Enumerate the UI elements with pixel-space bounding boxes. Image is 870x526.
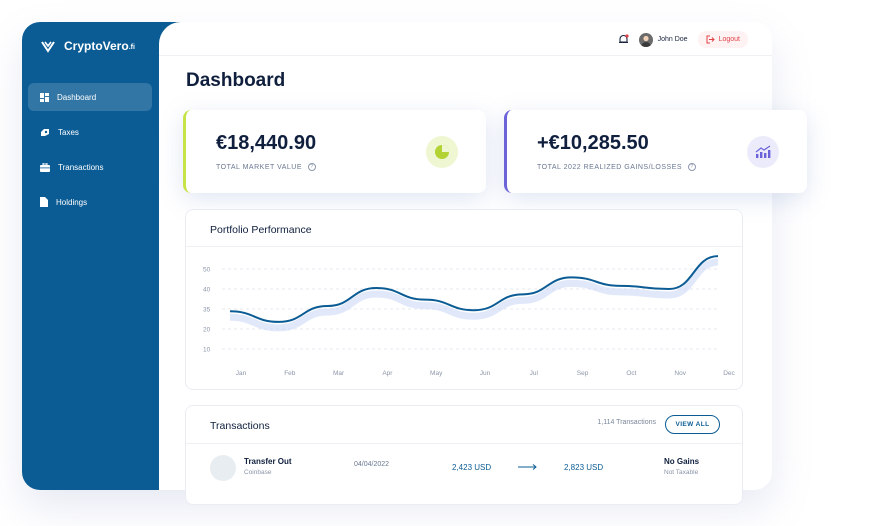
help-icon[interactable]: ? [308, 163, 317, 171]
sidebar-item-dashboard[interactable]: Dashboard [28, 83, 152, 111]
brand-name: CryptoVero [64, 39, 129, 53]
market-value: €18,440.90 [216, 132, 317, 154]
logo-icon [41, 41, 55, 53]
document-icon [40, 197, 48, 207]
transaction-tax-status: Not Taxable [664, 469, 699, 476]
performance-chart: 50 40 35 20 10 Jan Feb Mar Apr May Jun Jul Sep Oct Nov… [203, 255, 736, 377]
sidebar-item-label: Holdings [56, 197, 88, 207]
market-value-label-text: TOTAL MARKET VALUE [216, 163, 303, 171]
logout-button[interactable]: Logout [697, 31, 748, 48]
x-tick-label: May [430, 370, 443, 377]
x-tick-label: Nov [674, 370, 686, 377]
realized-gains-value: +€10,285.50 [537, 132, 649, 154]
transaction-date: 04/04/2022 [354, 461, 390, 468]
y-tick-label: 10 [203, 347, 211, 354]
y-tick-label: 50 [203, 267, 211, 274]
notification-bell-icon[interactable] [618, 34, 629, 45]
table-row[interactable]: Transfer Out Coinbase 04/04/2022 2,423 U… [186, 444, 742, 490]
x-tick-label: Mar [333, 370, 345, 377]
view-all-button[interactable]: VIEW ALL [665, 415, 720, 434]
logout-label: Logout [718, 36, 740, 43]
y-tick-label: 20 [203, 327, 211, 334]
market-value-card: €18,440.90 TOTAL MARKET VALUE ? [183, 110, 486, 193]
y-tick-label: 40 [203, 287, 211, 294]
transaction-source: Coinbase [244, 469, 272, 476]
x-tick-label: Oct [626, 370, 636, 377]
user-name: John Doe [657, 36, 688, 43]
topbar: John Doe Logout [159, 22, 772, 56]
sidebar-item-label: Transactions [58, 162, 104, 172]
arrow-right-icon [518, 464, 537, 470]
logout-icon [706, 35, 715, 44]
x-tick-label: Jul [530, 370, 539, 377]
dashboard-icon [40, 92, 49, 102]
transaction-amount-from: 2,423 USD [452, 463, 492, 472]
series-line-shadow [229, 258, 719, 332]
sidebar-item-label: Taxes [58, 127, 79, 137]
sidebar-item-label: Dashboard [57, 92, 97, 102]
brand-logo[interactable]: CryptoVero .fi [40, 34, 135, 58]
transactions-panel: Transactions 1,114 Transactions VIEW ALL… [185, 405, 743, 505]
topbar-actions: John Doe Logout [618, 31, 748, 48]
x-tick-label: Dec [723, 370, 735, 377]
avatar [638, 32, 653, 47]
transaction-type: Transfer Out [244, 457, 292, 466]
pie-chart-icon [426, 136, 458, 168]
realized-gains-label-text: TOTAL 2022 REALIZED GAINS/LOSSES [537, 163, 683, 171]
briefcase-icon [40, 162, 50, 172]
market-value-label: TOTAL MARKET VALUE ? [216, 163, 317, 171]
help-icon[interactable]: ? [688, 163, 697, 171]
y-tick-label: 35 [203, 307, 211, 314]
portfolio-performance-panel: Portfolio Performance 50 40 35 20 10 Jan Feb Ma… [185, 209, 743, 390]
realized-gains-label: TOTAL 2022 REALIZED GAINS/LOSSES ? [537, 163, 697, 171]
sidebar-nav: Dashboard Taxes Transactions Holdings [28, 83, 152, 223]
panel-title: Portfolio Performance [210, 224, 312, 236]
sidebar-item-holdings[interactable]: Holdings [28, 188, 152, 216]
coin-icon [210, 455, 236, 481]
realized-gains-card: +€10,285.50 TOTAL 2022 REALIZED GAINS/LO… [504, 110, 807, 193]
x-tick-label: Jun [480, 370, 491, 377]
x-tick-label: Feb [284, 370, 296, 377]
transaction-amount-to: 2,823 USD [564, 463, 604, 472]
x-tick-label: Apr [382, 370, 393, 377]
x-tick-label: Jan [236, 370, 247, 377]
user-menu[interactable]: John Doe [638, 32, 688, 47]
sidebar-item-taxes[interactable]: Taxes [28, 118, 152, 146]
page-title: Dashboard [186, 70, 286, 91]
trend-up-icon [747, 136, 779, 168]
taxes-icon [41, 128, 49, 136]
transaction-gain: No Gains [664, 457, 700, 466]
x-tick-label: Sep [577, 370, 589, 377]
transactions-count: 1,114 Transactions [597, 419, 656, 426]
sidebar-item-transactions[interactable]: Transactions [28, 153, 152, 181]
panel-title: Transactions [210, 420, 270, 432]
brand-suffix: .fi [128, 44, 135, 51]
